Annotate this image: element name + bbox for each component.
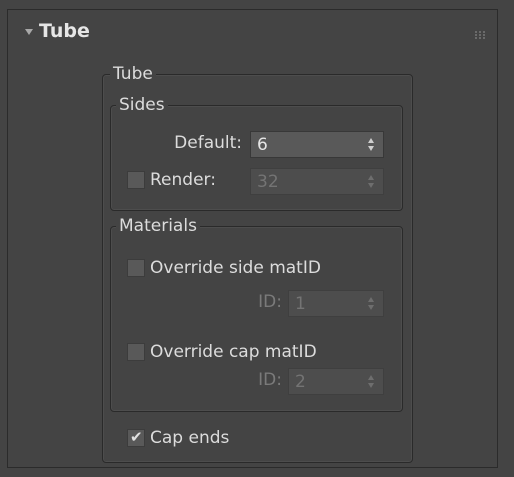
default-label: Default: (174, 133, 242, 153)
materials-group-label: Materials (116, 216, 200, 236)
default-sides-spinner[interactable]: 6 (250, 131, 384, 158)
cap-id-label: ID: (258, 370, 282, 390)
rollout-header[interactable]: Tube (8, 10, 497, 54)
spinner-arrows-icon[interactable] (368, 375, 375, 389)
render-label: Render: (150, 170, 216, 190)
checkmark-icon: ✔ (130, 428, 143, 446)
override-cap-matid-checkbox[interactable] (127, 343, 145, 361)
collapse-triangle-icon[interactable] (25, 29, 33, 35)
sides-group-label: Sides (116, 95, 168, 115)
side-id-label: ID: (258, 292, 282, 312)
sides-group (110, 105, 403, 211)
spinner-arrows-icon[interactable] (368, 297, 375, 311)
default-sides-value[interactable]: 6 (257, 135, 268, 155)
override-side-matid-checkbox[interactable] (127, 259, 145, 277)
rollout-title: Tube (39, 20, 90, 42)
spinner-arrows-icon[interactable] (368, 175, 375, 189)
override-cap-matid-label: Override cap matID (150, 342, 317, 362)
render-sides-value[interactable]: 32 (257, 172, 279, 192)
override-side-matid-label: Override side matID (150, 258, 321, 278)
spinner-arrows-icon[interactable] (368, 138, 375, 152)
cap-id-spinner[interactable]: 2 (288, 368, 384, 395)
drag-grip-icon[interactable] (475, 31, 485, 39)
tube-group-label: Tube (110, 64, 156, 84)
side-id-value[interactable]: 1 (295, 294, 306, 314)
cap-id-value[interactable]: 2 (295, 372, 306, 392)
render-sides-spinner[interactable]: 32 (250, 168, 384, 195)
cap-ends-checkbox[interactable]: ✔ (127, 428, 145, 447)
cap-ends-label: Cap ends (150, 428, 230, 448)
side-id-spinner[interactable]: 1 (288, 290, 384, 317)
render-checkbox[interactable] (127, 171, 145, 189)
